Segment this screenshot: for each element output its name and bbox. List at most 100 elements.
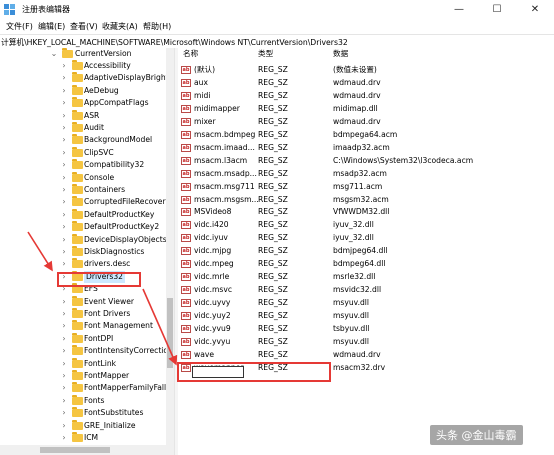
chevron-right-icon[interactable]: ›: [60, 370, 68, 382]
registry-value-row[interactable]: ab vidc.yuy2 REG_SZ msyuv.dll: [178, 310, 554, 322]
value-type: REG_SZ: [258, 298, 288, 308]
chevron-right-icon[interactable]: ›: [60, 308, 68, 320]
tree-item[interactable]: › BackgroundModel: [0, 134, 170, 146]
menu-file[interactable]: 文件(F): [6, 21, 33, 32]
registry-value-row[interactable]: ab vidc.uyvy REG_SZ msyuv.dll: [178, 297, 554, 309]
menu-help[interactable]: 帮助(H): [143, 21, 171, 32]
tree-item[interactable]: › AdaptiveDisplayBright: [0, 72, 170, 84]
registry-value-row[interactable]: ab msacm.msgsm... REG_SZ msgsm32.acm: [178, 194, 554, 206]
tree-item[interactable]: › ASR: [0, 109, 170, 122]
chevron-right-icon[interactable]: ›: [60, 234, 68, 246]
chevron-down-icon[interactable]: ⌄: [50, 48, 58, 60]
column-header-name[interactable]: 名称: [183, 48, 198, 60]
chevron-right-icon[interactable]: ›: [60, 420, 68, 432]
tree-item[interactable]: › DiskDiagnostics: [0, 246, 170, 258]
registry-value-row[interactable]: ab (默认) REG_SZ (数值未设置): [178, 64, 554, 76]
tree-item[interactable]: › AeDebug: [0, 84, 170, 97]
tree-item[interactable]: › Font Management: [0, 320, 170, 332]
tree-item[interactable]: › ClipSVC: [0, 146, 170, 159]
registry-value-row[interactable]: ab msacm.bdmpeg REG_SZ bdmpega64.acm: [178, 129, 554, 141]
chevron-right-icon[interactable]: ›: [60, 97, 68, 109]
tree-item[interactable]: › DefaultProductKey2: [0, 221, 170, 233]
tree-item[interactable]: › DefaultProductKey: [0, 208, 170, 221]
tree-item[interactable]: › Containers: [0, 184, 170, 196]
tree-item[interactable]: › AppCompatFlags: [0, 97, 170, 109]
chevron-right-icon[interactable]: ›: [60, 147, 68, 159]
registry-value-row[interactable]: ab vidc.iyuv REG_SZ iyuv_32.dll: [178, 232, 554, 244]
registry-value-row[interactable]: ab msacm.imaad... REG_SZ imaadp32.acm: [178, 142, 554, 154]
tree-item[interactable]: › FontLink: [0, 357, 170, 370]
chevron-right-icon[interactable]: ›: [60, 172, 68, 184]
chevron-right-icon[interactable]: ›: [60, 432, 68, 444]
registry-value-row[interactable]: ab msacm.msadp... REG_SZ msadp32.acm: [178, 168, 554, 180]
registry-value-row[interactable]: ab midimapper REG_SZ midimap.dll: [178, 103, 554, 115]
minimize-button[interactable]: —: [440, 0, 478, 19]
registry-value-row[interactable]: ab aux REG_SZ wdmaud.drv: [178, 77, 554, 89]
tree-item-currentversion[interactable]: ⌄ CurrentVersion: [0, 48, 170, 60]
tree-horizontal-scrollbar[interactable]: [0, 445, 166, 455]
tree-item[interactable]: › Accessibility: [0, 60, 170, 72]
registry-value-row[interactable]: ab wave REG_SZ wdmaud.drv: [178, 349, 554, 361]
chevron-right-icon[interactable]: ›: [60, 221, 68, 233]
tree-item[interactable]: › Event Viewer: [0, 295, 170, 308]
chevron-right-icon[interactable]: ›: [60, 85, 68, 97]
tree-item[interactable]: › CorruptedFileRecovery: [0, 196, 170, 208]
registry-value-row[interactable]: ab mixer REG_SZ wdmaud.drv: [178, 116, 554, 128]
tree-item[interactable]: › FontMapperFamilyFall: [0, 382, 170, 394]
column-header-data[interactable]: 数据: [333, 48, 348, 60]
chevron-right-icon[interactable]: ›: [60, 134, 68, 146]
tree-item[interactable]: › drivers.desc: [0, 258, 170, 270]
chevron-right-icon[interactable]: ›: [60, 196, 68, 208]
registry-value-row[interactable]: ab vidc.yvyu REG_SZ msyuv.dll: [178, 336, 554, 348]
tree-item[interactable]: › FontIntensityCorrectio: [0, 345, 170, 357]
tree-item[interactable]: › Font Drivers: [0, 308, 170, 320]
registry-value-row[interactable]: ab msacm.msg711 REG_SZ msg711.acm: [178, 181, 554, 193]
menu-view[interactable]: 查看(V): [70, 21, 98, 32]
chevron-right-icon[interactable]: ›: [60, 382, 68, 394]
tree-item[interactable]: › FontMapper: [0, 370, 170, 382]
tree-item[interactable]: › DeviceDisplayObjects: [0, 233, 170, 246]
chevron-right-icon[interactable]: ›: [60, 320, 68, 332]
chevron-right-icon[interactable]: ›: [60, 122, 68, 134]
chevron-right-icon[interactable]: ›: [60, 184, 68, 196]
registry-value-row[interactable]: ab vidc.msvc REG_SZ msvidc32.dll: [178, 284, 554, 296]
tree-item[interactable]: › GRE_Initialize: [0, 419, 170, 432]
menu-favorites[interactable]: 收藏夹(A): [102, 21, 138, 32]
registry-value-row[interactable]: ab vidc.yvu9 REG_SZ tsbyuv.dll: [178, 323, 554, 335]
maximize-button[interactable]: ☐: [478, 0, 516, 19]
column-header-type[interactable]: 类型: [258, 48, 273, 60]
chevron-right-icon[interactable]: ›: [60, 72, 68, 84]
chevron-right-icon[interactable]: ›: [60, 258, 68, 270]
chevron-right-icon[interactable]: ›: [60, 246, 68, 258]
tree-item[interactable]: › Console: [0, 171, 170, 184]
chevron-right-icon[interactable]: ›: [60, 333, 68, 345]
registry-value-row[interactable]: ab MSVideo8 REG_SZ VfWWDM32.dll: [178, 206, 554, 218]
registry-value-row[interactable]: ab vidc.i420 REG_SZ iyuv_32.dll: [178, 219, 554, 231]
tree-item[interactable]: › Compatibility32: [0, 159, 170, 171]
chevron-right-icon[interactable]: ›: [60, 209, 68, 221]
chevron-right-icon[interactable]: ›: [60, 60, 68, 72]
chevron-right-icon[interactable]: ›: [60, 110, 68, 122]
tree-item[interactable]: › FontSubstitutes: [0, 407, 170, 419]
menu-edit[interactable]: 编辑(E): [38, 21, 65, 32]
chevron-right-icon[interactable]: ›: [60, 358, 68, 370]
scroll-thumb[interactable]: [40, 447, 110, 453]
chevron-right-icon[interactable]: ›: [60, 296, 68, 308]
tree-vertical-scrollbar[interactable]: [166, 48, 174, 455]
tree-item[interactable]: › Audit: [0, 122, 170, 134]
chevron-right-icon[interactable]: ›: [60, 159, 68, 171]
tree-item[interactable]: › FontDPI: [0, 332, 170, 345]
registry-value-row[interactable]: ab midi REG_SZ wdmaud.drv: [178, 90, 554, 102]
address-path[interactable]: 计算机\HKEY_LOCAL_MACHINE\SOFTWARE\Microsof…: [1, 37, 348, 48]
chevron-right-icon[interactable]: ›: [60, 407, 68, 419]
registry-value-row[interactable]: ab vidc.mpeg REG_SZ bdmpeg64.dll: [178, 258, 554, 270]
registry-value-row[interactable]: ab vidc.mjpg REG_SZ bdmjpeg64.dll: [178, 245, 554, 257]
registry-value-row[interactable]: ab msacm.l3acm REG_SZ C:\Windows\System32\l…: [178, 155, 554, 167]
tree-item[interactable]: › ICM: [0, 432, 170, 444]
chevron-right-icon[interactable]: ›: [60, 345, 68, 357]
tree-item[interactable]: › Fonts: [0, 394, 170, 407]
registry-value-row[interactable]: ab vidc.mrle REG_SZ msrle32.dll: [178, 271, 554, 283]
scroll-thumb[interactable]: [167, 298, 173, 368]
chevron-right-icon[interactable]: ›: [60, 395, 68, 407]
close-button[interactable]: ✕: [516, 0, 554, 19]
